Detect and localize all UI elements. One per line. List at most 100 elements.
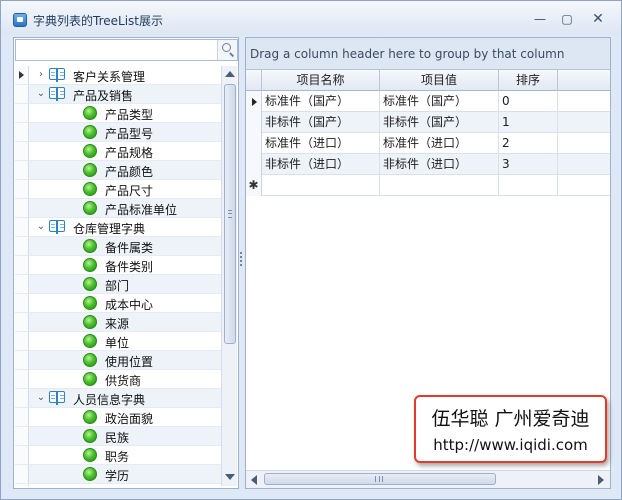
cell-item-name[interactable]: 非标件（进口） [262, 154, 380, 175]
new-row-cell[interactable] [499, 175, 558, 196]
tree-cell: 单位 [29, 332, 221, 351]
cell-item-name[interactable]: 标准件（国产） [262, 91, 380, 112]
cell-item-value[interactable]: 标准件（进口） [380, 133, 499, 154]
column-header-sort[interactable]: 排序 [499, 70, 558, 91]
green-dot-icon [83, 315, 97, 329]
tree-leaf-node[interactable]: 产品尺寸 [15, 180, 221, 199]
tree-leaf-node[interactable]: 产品类型 [15, 104, 221, 123]
tree-cell: ⌄ 仓库管理字典 [29, 218, 221, 237]
table-row[interactable]: 非标件（进口） 非标件（进口） 3 [246, 154, 610, 175]
green-dot-icon [83, 410, 97, 424]
green-dot-icon [83, 429, 97, 443]
tree-leaf-node[interactable]: 产品规格 [15, 142, 221, 161]
cell-sort[interactable]: 3 [499, 154, 558, 175]
cell-sort[interactable]: 0 [499, 91, 558, 112]
maximize-button[interactable]: ▢ [556, 10, 578, 28]
tree-leaf-node[interactable]: 备件属类 [15, 237, 221, 256]
grid-horizontal-scrollbar[interactable] [246, 470, 610, 488]
cell-item-value[interactable]: 非标件（国产） [380, 112, 499, 133]
column-header-name[interactable]: 项目名称 [262, 70, 380, 91]
tree-leaf-node[interactable]: 学历 [15, 465, 221, 484]
chevron-down-icon[interactable]: ⌄ [36, 222, 46, 232]
cell-sort[interactable]: 1 [499, 112, 558, 133]
chevron-down-icon[interactable]: ⌄ [36, 89, 46, 99]
table-row[interactable]: 标准件（国产） 标准件（国产） 0 [246, 91, 610, 112]
green-dot-icon [83, 334, 97, 348]
green-dot-icon [83, 201, 97, 215]
tree-node-label: 部门 [105, 279, 130, 293]
new-row-cell[interactable] [262, 175, 380, 196]
tree-leaf-node[interactable]: 产品标准单位 [15, 199, 221, 218]
search-icon-handle [229, 52, 235, 57]
chevron-down-icon[interactable]: ⌄ [36, 393, 46, 403]
new-row-cell[interactable] [380, 175, 499, 196]
green-dot-icon [83, 144, 97, 158]
tree-leaf-node[interactable]: 政治面貌 [15, 408, 221, 427]
tree-leaf-node[interactable]: 供货商 [15, 370, 221, 389]
tree-node-label: 产品颜色 [105, 165, 154, 179]
tree-group-node[interactable]: › 客户关系管理 [15, 66, 221, 85]
row-indicator [15, 161, 29, 180]
cell-item-value[interactable]: 标准件（国产） [380, 91, 499, 112]
tree-leaf-node[interactable]: 职务 [15, 446, 221, 465]
grid-header: 项目名称 项目值 排序 [246, 70, 610, 91]
tree-leaf-node[interactable]: 来源 [15, 313, 221, 332]
group-by-panel[interactable]: Drag a column header here to group by th… [246, 38, 610, 70]
tree-cell: 来源 [29, 313, 221, 332]
cell-sort[interactable]: 2 [499, 133, 558, 154]
tree-leaf-node[interactable]: 产品型号 [15, 123, 221, 142]
tree-leaf-node[interactable]: 单位 [15, 332, 221, 351]
tree-cell: 备件类别 [29, 256, 221, 275]
row-indicator [15, 142, 29, 161]
minimize-button[interactable]: — [529, 10, 551, 28]
tree-leaf-node[interactable]: 产品颜色 [15, 161, 221, 180]
tree-group-node[interactable]: ⌄ 仓库管理字典 [15, 218, 221, 237]
green-dot-icon [83, 163, 97, 177]
tree-node-label: 产品尺寸 [105, 184, 154, 198]
tree-leaf-node[interactable]: 成本中心 [15, 294, 221, 313]
green-dot-icon [83, 467, 97, 481]
search-icon [222, 43, 231, 52]
tree-group-node[interactable]: ⌄ 人员信息字典 [15, 389, 221, 408]
row-indicator [15, 294, 29, 313]
tree-node-label: 来源 [105, 317, 130, 331]
tree-node-label: 产品类型 [105, 108, 154, 122]
tree-cell: 学历 [29, 465, 221, 484]
tree-cell: › 客户关系管理 [29, 66, 221, 85]
table-row[interactable]: 非标件（国产） 非标件（国产） 1 [246, 112, 610, 133]
tree-leaf-node[interactable]: 民族 [15, 427, 221, 446]
close-button[interactable]: ✕ [587, 10, 609, 28]
scroll-right-arrow-icon[interactable] [598, 475, 604, 485]
tree-node-label: 单位 [105, 336, 130, 350]
tree-leaf-node[interactable]: 备件类别 [15, 256, 221, 275]
tree-leaf-node[interactable]: 使用位置 [15, 351, 221, 370]
cell-item-value[interactable]: 非标件（进口） [380, 154, 499, 175]
tree-vertical-scrollbar[interactable] [221, 66, 237, 486]
scroll-down-arrow-icon[interactable] [225, 474, 235, 480]
scroll-up-arrow-icon[interactable] [225, 71, 235, 77]
table-row[interactable]: 标准件（进口） 标准件（进口） 2 [246, 133, 610, 154]
row-indicator [15, 256, 29, 275]
row-indicator [15, 66, 29, 85]
new-item-row[interactable]: ✱ [246, 175, 610, 196]
search-input[interactable] [18, 41, 218, 59]
book-icon [49, 68, 66, 82]
scroll-thumb-horizontal[interactable] [264, 473, 496, 485]
scroll-left-arrow-icon[interactable] [251, 475, 257, 485]
row-indicator [15, 484, 29, 486]
chevron-right-icon[interactable]: › [36, 70, 46, 80]
green-dot-icon [83, 277, 97, 291]
tree-group-node[interactable]: ⌄ 产品及销售 [15, 85, 221, 104]
green-dot-icon [83, 448, 97, 462]
cell-item-name[interactable]: 标准件（进口） [262, 133, 380, 154]
tree-leaf-node[interactable] [15, 484, 221, 486]
column-header-value[interactable]: 项目值 [380, 70, 499, 91]
tree-leaf-node[interactable]: 部门 [15, 275, 221, 294]
scroll-thumb[interactable] [224, 84, 236, 344]
search-button[interactable] [217, 40, 237, 60]
cell-item-name[interactable]: 非标件（国产） [262, 112, 380, 133]
row-indicator [15, 446, 29, 465]
title-bar[interactable]: 字典列表的TreeList展示 — ▢ ✕ [1, 1, 621, 35]
new-row-asterisk-icon: ✱ [246, 175, 262, 196]
watermark-box: 伍华聪 广州爱奇迪 http://www.iqidi.com [414, 395, 607, 463]
